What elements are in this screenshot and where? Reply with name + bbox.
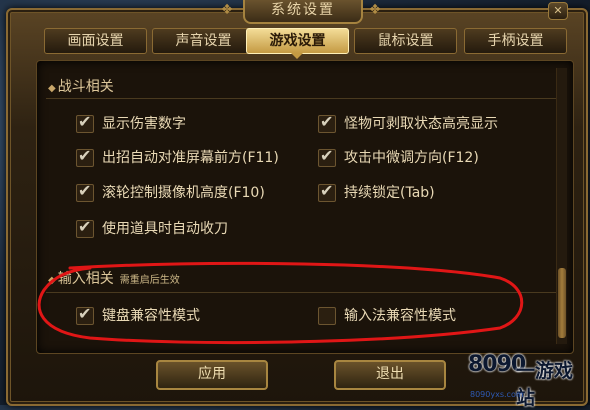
option-wheel-camera-height[interactable]: ✔ 滚轮控制摄像机高度(F10)	[76, 181, 265, 203]
combat-section-heading: ◆ 战斗相关	[48, 76, 114, 96]
option-label: 滚轮控制摄像机高度(F10)	[102, 185, 265, 201]
checkbox-checked-icon[interactable]: ✔	[318, 181, 336, 202]
scroll-thumb[interactable]	[558, 268, 566, 338]
checkbox-checked-icon[interactable]: ✔	[318, 146, 336, 167]
window-title: 系统设置	[243, 0, 363, 24]
combat-section-title: 战斗相关	[57, 79, 114, 95]
tab-mouse[interactable]: 鼠标设置	[354, 28, 457, 54]
option-label: 键盘兼容性模式	[102, 308, 200, 324]
checkbox-checked-icon[interactable]: ✔	[318, 112, 336, 133]
input-divider	[46, 292, 556, 293]
apply-button[interactable]: 应用	[156, 360, 268, 390]
watermark-name: 一游戏站	[516, 360, 574, 409]
option-label: 攻击中微调方向(F12)	[344, 150, 479, 166]
tab-sound[interactable]: 声音设置	[152, 28, 255, 54]
scrollbar[interactable]	[556, 68, 567, 344]
diamond-bullet-icon: ◆	[48, 83, 56, 94]
close-icon: ✕	[553, 4, 563, 17]
watermark-url: 8090yxs.com	[470, 390, 524, 399]
option-auto-face-front[interactable]: ✔ 出招自动对准屏幕前方(F11)	[76, 146, 279, 168]
option-attack-adjust-direction[interactable]: ✔ 攻击中微调方向(F12)	[318, 146, 479, 168]
tab-gamepad[interactable]: 手柄设置	[464, 28, 567, 54]
option-label: 持续锁定(Tab)	[344, 185, 435, 201]
diamond-bullet-icon: ◆	[48, 275, 56, 286]
checkbox-checked-icon[interactable]: ✔	[76, 112, 94, 133]
option-label: 使用道具时自动收刀	[102, 221, 228, 237]
option-label: 怪物可剥取状态高亮显示	[344, 116, 498, 132]
option-ime-compat[interactable]: 输入法兼容性模式	[318, 306, 456, 326]
restart-note: 需重启后生效	[119, 275, 180, 286]
tab-game[interactable]: 游戏设置	[246, 28, 349, 59]
close-button[interactable]: ✕	[548, 2, 568, 20]
combat-divider	[46, 98, 556, 99]
right-ornament-icon: ❖	[368, 2, 382, 18]
option-label: 显示伤害数字	[102, 116, 186, 132]
checkbox-checked-icon[interactable]: ✔	[76, 181, 94, 202]
option-label: 出招自动对准屏幕前方(F11)	[102, 150, 279, 166]
watermark-logo: 8090 一游戏站 8090yxs.com	[468, 352, 588, 409]
left-ornament-icon: ❖	[220, 2, 234, 18]
exit-button[interactable]: 退出	[334, 360, 446, 390]
option-persistent-lock[interactable]: ✔ 持续锁定(Tab)	[318, 181, 435, 203]
tab-graphics[interactable]: 画面设置	[44, 28, 147, 54]
tab-bar: 画面设置 声音设置 游戏设置 鼠标设置 手柄设置	[44, 28, 586, 59]
checkbox-checked-icon[interactable]: ✔	[76, 217, 94, 238]
option-auto-sheathe[interactable]: ✔ 使用道具时自动收刀	[76, 217, 228, 239]
checkbox-checked-icon[interactable]: ✔	[76, 304, 94, 325]
checkbox-checked-icon[interactable]: ✔	[76, 146, 94, 167]
option-highlight-carvable[interactable]: ✔ 怪物可剥取状态高亮显示	[318, 112, 498, 134]
option-keyboard-compat[interactable]: ✔ 键盘兼容性模式	[76, 304, 200, 326]
option-show-damage[interactable]: ✔ 显示伤害数字	[76, 112, 186, 134]
checkbox-unchecked-icon[interactable]	[318, 307, 336, 325]
input-section-heading: ◆ 输入相关 需重启后生效	[48, 268, 180, 288]
input-section-title: 输入相关	[57, 271, 114, 287]
option-label: 输入法兼容性模式	[344, 308, 456, 324]
